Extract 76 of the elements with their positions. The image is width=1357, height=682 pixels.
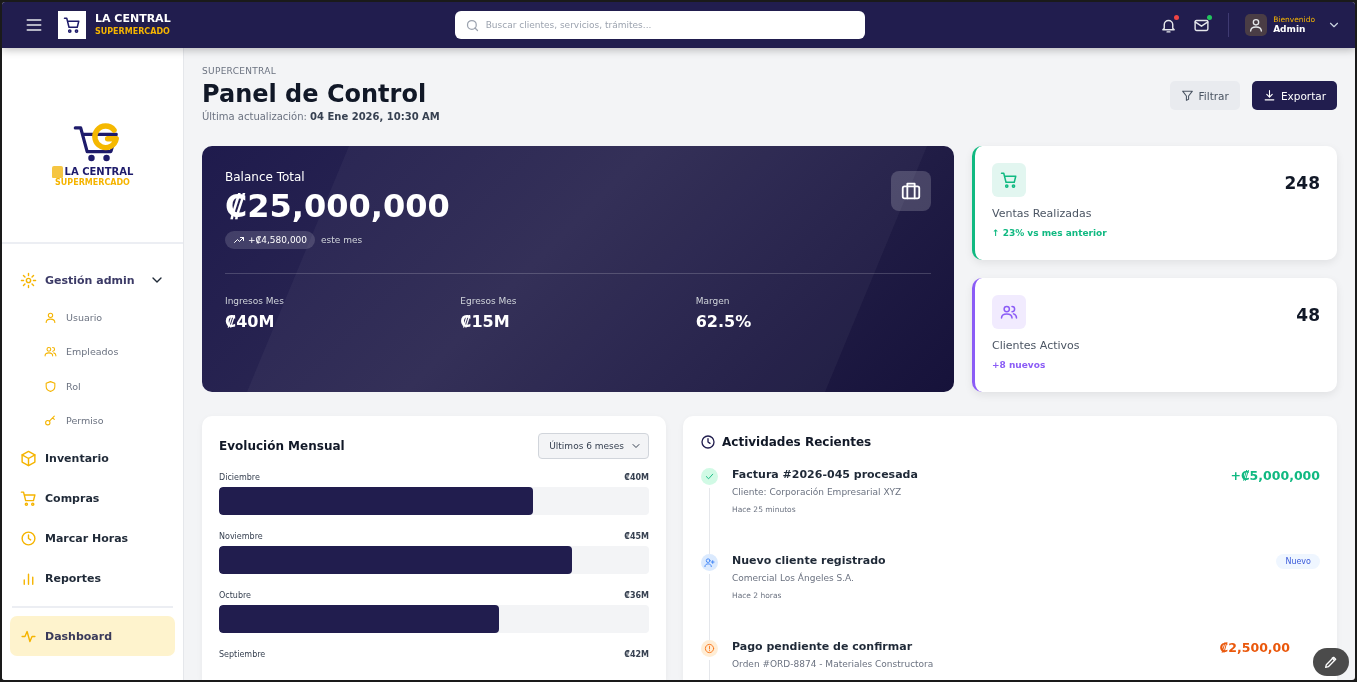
user-icon xyxy=(44,310,57,324)
month-value: ₡42M xyxy=(624,650,649,659)
activity-amount: ₡2,500,00 xyxy=(1219,640,1290,657)
change-badge: +₡4,580,000 xyxy=(225,231,316,249)
user-plus-icon xyxy=(700,554,718,571)
sidebar-subitem[interactable]: Usuario xyxy=(10,300,175,335)
stat-note: +8 nuevos xyxy=(992,360,1047,370)
brand-subtitle: SUPERMERCADO xyxy=(95,27,171,38)
stat-label: Egresos Mes xyxy=(460,296,518,306)
page-title: Panel de Control xyxy=(202,80,428,108)
stat-note: ↑ 23% vs mes anterior xyxy=(992,228,1108,238)
alert-icon xyxy=(700,640,718,657)
brand-name: LA CENTRAL xyxy=(95,12,171,27)
filter-button[interactable]: Filtrar xyxy=(1169,81,1240,110)
activity-detail: Cliente: Corporación Empresarial XYZ xyxy=(732,487,903,497)
sidebar-item[interactable]: Reportes xyxy=(10,558,175,598)
edit-button[interactable] xyxy=(1313,648,1349,676)
sidebar-item[interactable]: Compras xyxy=(10,478,175,518)
stat-label: Ingresos Mes xyxy=(225,296,285,306)
shield-icon xyxy=(44,379,57,393)
month-value: ₡45M xyxy=(624,532,649,541)
search-field[interactable]: Buscar clientes, servicios, trámites... xyxy=(454,11,865,39)
sidebar-subitem[interactable]: Empleados xyxy=(10,334,175,369)
key-icon xyxy=(44,414,57,428)
last-updated-text: Última actualización: 04 Ene 2026, 10:30 AM xyxy=(202,111,441,122)
sidebar-item[interactable]: Marcar Horas xyxy=(10,518,175,558)
month-label: Octubre xyxy=(219,591,251,600)
briefcase-icon xyxy=(891,171,931,211)
month-value: ₡36M xyxy=(624,591,649,600)
clock-icon xyxy=(700,434,716,450)
activity-title: Factura #2026-045 procesada xyxy=(732,468,919,481)
activity-title: Nuevo cliente registrado xyxy=(732,554,887,567)
box-icon xyxy=(20,449,37,467)
sidebar-item[interactable]: Inventario xyxy=(10,438,175,478)
sidebar-subitem[interactable]: Permiso xyxy=(10,403,175,438)
avatar-icon xyxy=(1245,14,1268,36)
activity-detail: Comercial Los Ángeles S.A. xyxy=(732,573,855,583)
change-note: este mes xyxy=(321,235,363,245)
stat-value: 48 xyxy=(1296,305,1320,325)
filter-icon xyxy=(1180,89,1194,102)
pen-icon xyxy=(1323,654,1339,670)
card-title: Evolución Mensual xyxy=(219,439,345,453)
stat-value: 248 xyxy=(1284,173,1320,193)
month-label: Septiembre xyxy=(219,650,266,659)
sidebar-item[interactable]: Gestión admin xyxy=(10,260,175,300)
period-dropdown[interactable]: Últimos 6 meses xyxy=(538,433,649,459)
cart-icon xyxy=(992,163,1026,197)
activity-amount: +₡5,000,000 xyxy=(1230,468,1320,485)
card-title: Actividades Recientes xyxy=(722,435,872,449)
month-value: ₡40M xyxy=(624,473,649,482)
sidebar-item[interactable]: Dashboard xyxy=(10,616,175,656)
export-button[interactable]: Exportar xyxy=(1251,81,1337,110)
balance-amount: ₡25,000,000 xyxy=(225,187,450,225)
store-logo-drawing: LA CENTRAL SUPERMERCADO xyxy=(51,119,134,187)
users-icon xyxy=(44,345,57,359)
stat-label: Margen xyxy=(695,296,731,306)
new-badge: Nuevo xyxy=(1276,554,1320,569)
activity-title: Pago pendiente de confirmar xyxy=(732,640,914,653)
breadcrumb: SUPERCENTRAL xyxy=(202,66,278,76)
balance-label: Balance Total xyxy=(225,170,306,184)
download-icon xyxy=(1262,89,1276,102)
month-label: Noviembre xyxy=(219,532,263,541)
cart-icon xyxy=(63,16,81,34)
users-icon xyxy=(992,295,1026,329)
stat-value: ₡15M xyxy=(460,312,511,331)
activity-detail: Orden #ORD-8874 - Materiales Constructora xyxy=(732,659,935,669)
month-label: Diciembre xyxy=(219,473,260,482)
stat-value: ₡40M xyxy=(225,312,276,331)
sidebar-subitem[interactable]: Rol xyxy=(10,369,175,404)
cart-icon xyxy=(20,489,37,507)
clock-icon xyxy=(20,529,37,547)
trend-up-icon xyxy=(233,234,245,246)
stat-label: Clientes Activos xyxy=(992,339,1081,352)
stat-label: Ventas Realizadas xyxy=(992,207,1093,220)
stat-value: 62.5% xyxy=(695,312,753,331)
check-icon xyxy=(700,468,718,485)
